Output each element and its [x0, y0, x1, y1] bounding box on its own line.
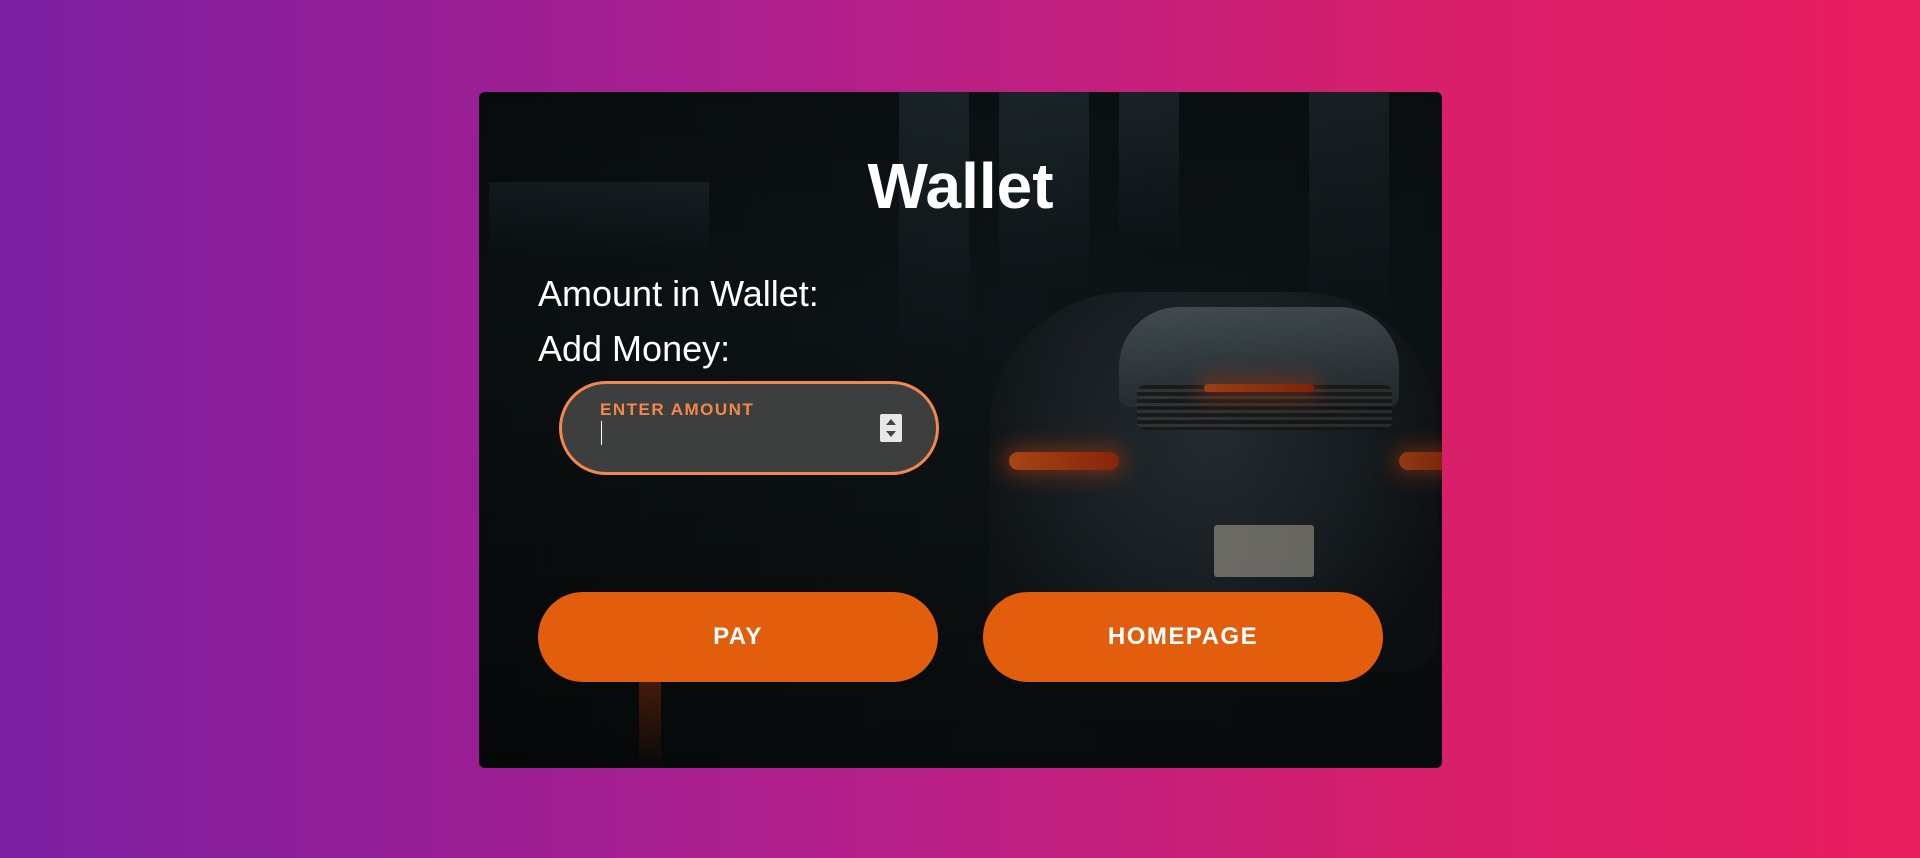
add-money-label: Add Money: — [538, 328, 731, 369]
wallet-card: Wallet Amount in Wallet: Add Money: ENTE… — [479, 92, 1442, 768]
number-spinner[interactable] — [880, 414, 902, 442]
spin-up-icon[interactable] — [886, 419, 896, 425]
spin-down-icon[interactable] — [886, 431, 896, 437]
text-caret — [601, 421, 602, 445]
homepage-button[interactable]: HOMEPAGE — [983, 592, 1383, 682]
amount-field-label: ENTER AMOUNT — [600, 400, 755, 419]
pay-button[interactable]: PAY — [538, 592, 938, 682]
amount-input[interactable] — [600, 420, 860, 450]
amount-in-wallet-label: Amount in Wallet: — [538, 273, 819, 314]
amount-field[interactable]: ENTER AMOUNT — [559, 381, 939, 475]
page-title: Wallet — [867, 150, 1054, 222]
